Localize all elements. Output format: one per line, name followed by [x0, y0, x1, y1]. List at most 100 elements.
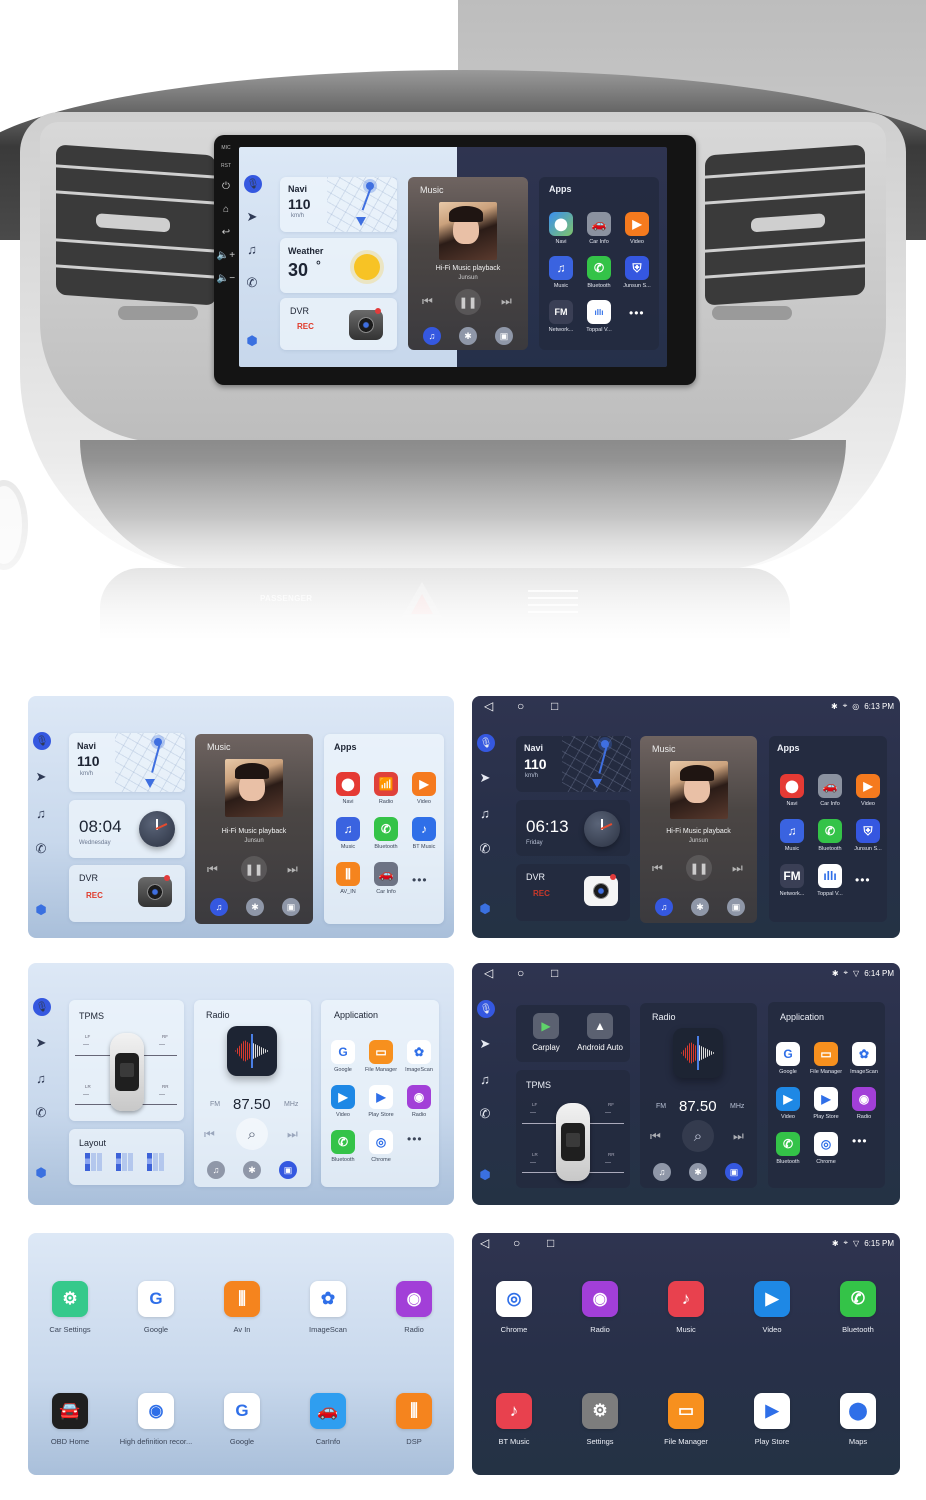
app-video[interactable]: ▶ Video	[848, 774, 888, 807]
app-video[interactable]: ▶ Video	[323, 1085, 363, 1118]
app-bluetooth[interactable]: ✆ Bluetooth	[768, 1132, 808, 1165]
source-music-button[interactable]: ♫	[207, 1161, 225, 1179]
app-drawer-icon[interactable]: ⬢	[477, 1167, 493, 1183]
source-music-button[interactable]: ♫	[653, 1163, 671, 1181]
source-bluetooth-button[interactable]: ✱	[246, 898, 264, 916]
music-icon[interactable]: ♫	[244, 241, 260, 257]
app-maps[interactable]: ⬤ Maps	[818, 1393, 898, 1446]
voice-assistant-icon[interactable]: 🎙	[477, 734, 495, 752]
app-navi[interactable]: ⬤ Navi	[541, 212, 581, 245]
app-music[interactable]: ♫ Music	[541, 256, 581, 289]
app-radio[interactable]: ◉ Radio	[374, 1281, 454, 1334]
navigation-icon[interactable]: ➤	[477, 1036, 493, 1052]
app-drawer-icon[interactable]: ⬢	[33, 1165, 49, 1181]
app-navi[interactable]: ⬤ Navi	[772, 774, 812, 807]
home-button[interactable]: ○	[517, 966, 524, 980]
app-drawer-icon[interactable]: ⬢	[244, 333, 260, 349]
app-imagescan[interactable]: ✿ ImageScan	[844, 1042, 884, 1075]
app-music[interactable]: ♪ Music	[646, 1281, 726, 1334]
dvr-card[interactable]: DVR REC	[280, 298, 397, 350]
voice-assistant-icon[interactable]: 🎙	[33, 998, 51, 1016]
android-auto-button[interactable]: ▲ Android Auto	[572, 1013, 628, 1052]
app-carinfo[interactable]: 🚗 CarInfo	[288, 1393, 368, 1446]
pause-button[interactable]: ❚❚	[686, 855, 712, 881]
app-video[interactable]: ▶ Video	[732, 1281, 812, 1334]
recent-apps-button[interactable]: □	[547, 1236, 554, 1250]
source-radio-button[interactable]: ▣	[495, 327, 513, 345]
radio-card[interactable]: Radio FM 87.50 MHz ⏮ ⌕ ⏭ ♫ ✱ ▣	[194, 1000, 311, 1187]
phone-icon[interactable]: ✆	[477, 1106, 493, 1122]
app-chrome[interactable]: ◎ Chrome	[361, 1130, 401, 1163]
more-apps-button[interactable]: •••	[629, 306, 645, 320]
app-radio[interactable]: 📶 Radio	[366, 772, 406, 805]
navi-card[interactable]: Navi 110 km/h	[516, 736, 631, 792]
app-file-manager[interactable]: ▭ File Manager	[361, 1040, 401, 1073]
search-station-button[interactable]: ⌕	[236, 1118, 268, 1150]
navigation-icon[interactable]: ➤	[477, 770, 493, 786]
app-car-info[interactable]: 🚗 Car Info	[810, 774, 850, 807]
weather-card[interactable]: Weather 30 °	[280, 238, 397, 293]
navi-card[interactable]: Navi 110 km/h	[280, 177, 397, 232]
source-radio-button[interactable]: ▣	[282, 898, 300, 916]
app-obd-home[interactable]: 🚘 OBD Home	[30, 1393, 110, 1446]
pause-button[interactable]: ❚❚	[241, 856, 267, 882]
app-bluetooth[interactable]: ✆ Bluetooth	[579, 256, 619, 289]
more-apps-button[interactable]: •••	[852, 1134, 868, 1148]
next-track-button[interactable]: ⏭	[501, 294, 512, 309]
app-video[interactable]: ▶ Video	[404, 772, 444, 805]
app-toppal-v[interactable]: ıllı Toppal V...	[810, 864, 850, 897]
source-music-button[interactable]: ♫	[423, 327, 441, 345]
next-track-button[interactable]: ⏭	[287, 862, 298, 877]
source-radio-button[interactable]: ▣	[725, 1163, 743, 1181]
pause-button[interactable]: ❚❚	[455, 289, 481, 315]
clock-card[interactable]: 06:13 Friday	[516, 800, 630, 856]
app-bluetooth[interactable]: ✆ Bluetooth	[810, 819, 850, 852]
carplay-button[interactable]: ▶ Carplay	[518, 1013, 574, 1052]
tpms-card[interactable]: TPMS LF --- RF --- LR --- RR ---	[516, 1070, 630, 1188]
app-bluetooth[interactable]: ✆ Bluetooth	[323, 1130, 363, 1163]
music-card[interactable]: Music Hi-Fi Music playback Junsun ⏮ ❚❚ ⏭…	[640, 736, 757, 923]
app-chrome[interactable]: ◎ Chrome	[806, 1132, 846, 1165]
tpms-card[interactable]: TPMS LF --- RF --- LR --- RR ---	[69, 1000, 184, 1121]
next-track-button[interactable]: ⏭	[732, 861, 743, 876]
home-icon[interactable]: ⌂	[223, 204, 229, 215]
app-radio[interactable]: ◉ Radio	[399, 1085, 439, 1118]
layout-option-3-icon[interactable]	[147, 1153, 165, 1171]
app-high-definition-recor[interactable]: ◉ High definition recor...	[116, 1393, 196, 1446]
app-play-store[interactable]: ▶ Play Store	[806, 1087, 846, 1120]
source-music-button[interactable]: ♫	[655, 898, 673, 916]
app-music[interactable]: ♫ Music	[328, 817, 368, 850]
music-card[interactable]: Music Hi-Fi Music playback Junsun ⏮ ❚❚ ⏭…	[195, 734, 313, 924]
app-imagescan[interactable]: ✿ ImageScan	[288, 1281, 368, 1334]
layout-option-1-icon[interactable]	[85, 1153, 103, 1171]
home-button[interactable]: ○	[513, 1236, 520, 1250]
app-drawer-icon[interactable]: ⬢	[33, 902, 49, 918]
search-station-button[interactable]: ⌕	[682, 1120, 714, 1152]
more-apps-button[interactable]: •••	[855, 873, 871, 887]
app-bluetooth[interactable]: ✆ Bluetooth	[366, 817, 406, 850]
source-bluetooth-button[interactable]: ✱	[243, 1161, 261, 1179]
more-apps-button[interactable]: •••	[407, 1132, 423, 1146]
phone-icon[interactable]: ✆	[33, 841, 49, 857]
more-apps-button[interactable]: •••	[412, 873, 428, 887]
app-play-store[interactable]: ▶ Play Store	[361, 1085, 401, 1118]
layout-option-2-icon[interactable]	[116, 1153, 134, 1171]
source-bluetooth-button[interactable]: ✱	[459, 327, 477, 345]
app-toppal-voice[interactable]: ıllı Toppal V...	[579, 300, 619, 333]
phone-icon[interactable]: ✆	[477, 841, 493, 857]
source-music-button[interactable]: ♫	[210, 898, 228, 916]
app-google[interactable]: G Google	[202, 1393, 282, 1446]
music-icon[interactable]: ♫	[33, 805, 49, 821]
voice-assistant-icon[interactable]: 🎙	[33, 732, 51, 750]
app-file-manager[interactable]: ▭ File Manager	[646, 1393, 726, 1446]
app-imagescan[interactable]: ✿ ImageScan	[399, 1040, 439, 1073]
app-av-in[interactable]: ⫼ Av In	[202, 1281, 282, 1334]
music-icon[interactable]: ♫	[477, 805, 493, 821]
voice-assistant-icon[interactable]: 🎙	[244, 175, 262, 193]
radio-card[interactable]: Radio FM 87.50 MHz ⏮ ⌕ ⏭ ♫ ✱ ▣	[640, 1003, 757, 1188]
app-google[interactable]: G Google	[116, 1281, 196, 1334]
music-icon[interactable]: ♫	[33, 1070, 49, 1086]
app-music[interactable]: ♫ Music	[772, 819, 812, 852]
navi-card[interactable]: Navi 110 km/h	[69, 733, 185, 792]
dvr-card[interactable]: DVR REC	[69, 865, 185, 922]
